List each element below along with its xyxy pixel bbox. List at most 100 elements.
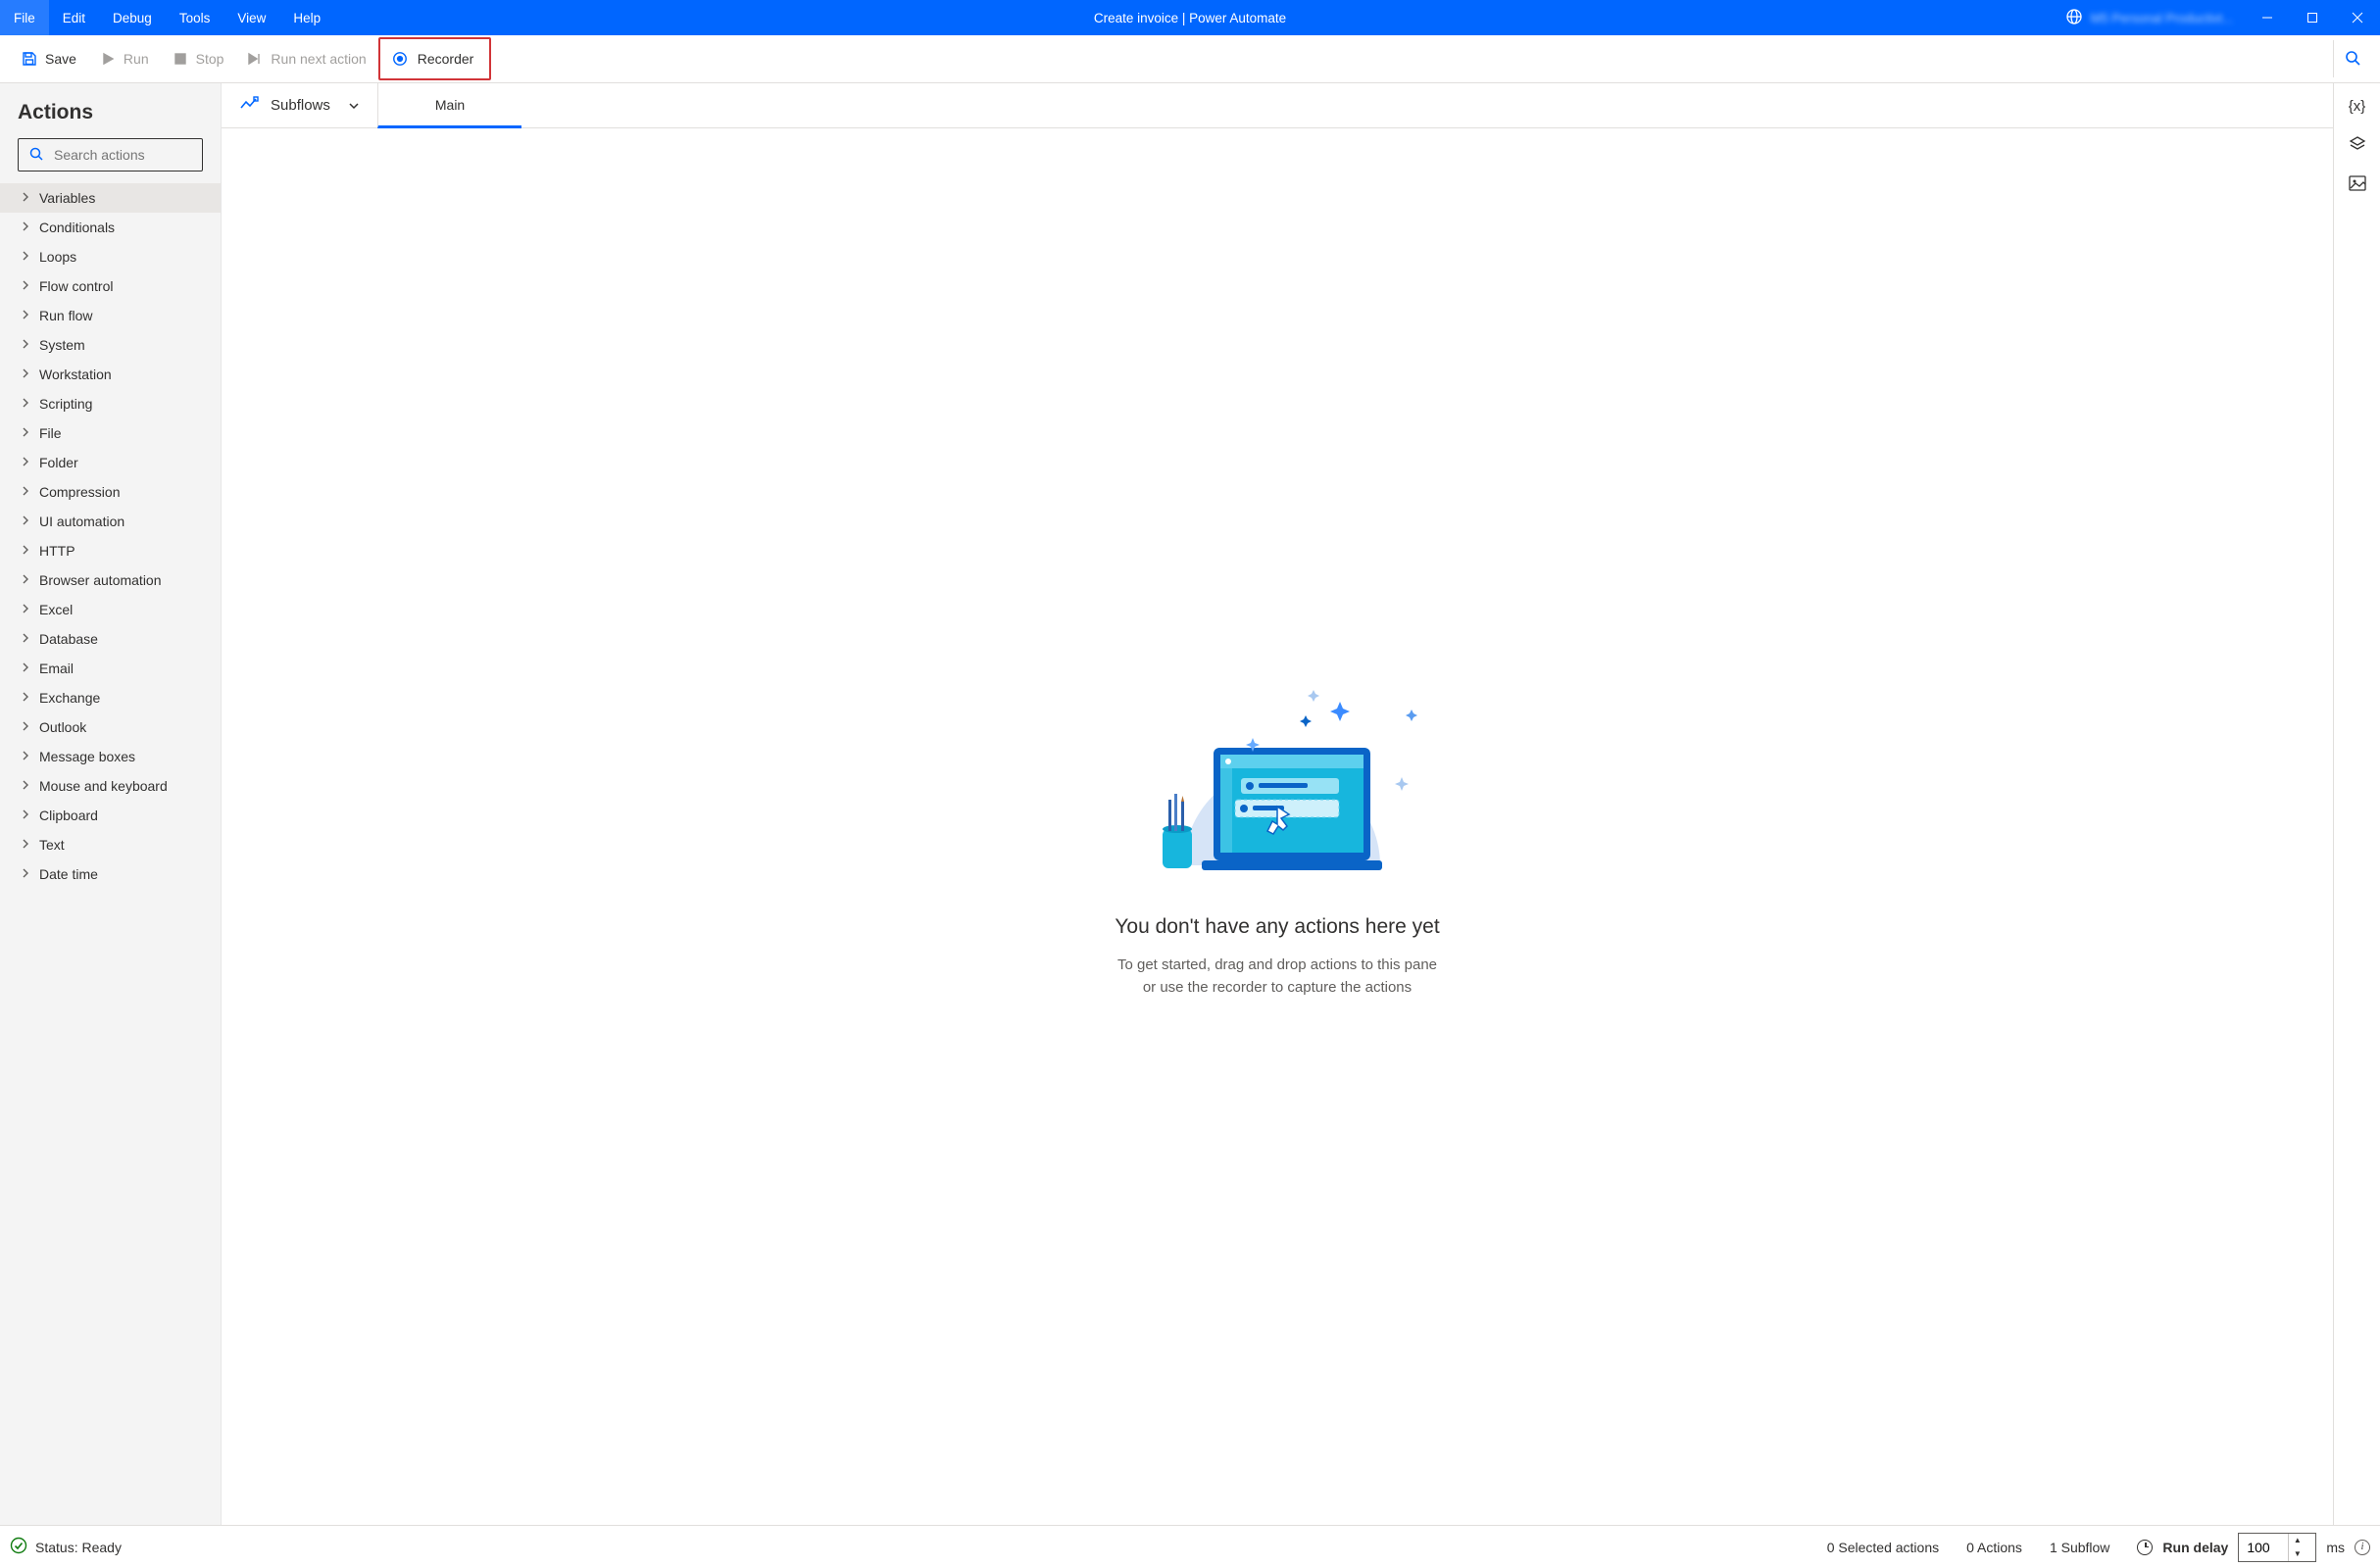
category-ui-automation[interactable]: UI automation — [0, 507, 221, 536]
chevron-right-icon — [22, 545, 29, 558]
maximize-button[interactable] — [2290, 0, 2335, 35]
run-button: Run — [88, 43, 161, 74]
recorder-button[interactable]: Recorder — [378, 37, 492, 80]
play-icon — [100, 51, 116, 67]
category-browser-automation[interactable]: Browser automation — [0, 565, 221, 595]
chevron-right-icon — [22, 751, 29, 763]
category-mouse-and-keyboard[interactable]: Mouse and keyboard — [0, 771, 221, 801]
category-http[interactable]: HTTP — [0, 536, 221, 565]
category-excel[interactable]: Excel — [0, 595, 221, 624]
subflow-bar: Subflows Main — [222, 83, 2333, 128]
category-system[interactable]: System — [0, 330, 221, 360]
sidebar-heading: Actions — [0, 83, 221, 138]
image-icon — [2349, 175, 2366, 194]
chevron-right-icon — [22, 515, 29, 528]
subflows-label: Subflows — [271, 97, 330, 114]
category-label: Mouse and keyboard — [39, 778, 168, 794]
category-workstation[interactable]: Workstation — [0, 360, 221, 389]
account-button[interactable]: M5 Personal Productivt... — [2054, 8, 2245, 28]
category-conditionals[interactable]: Conditionals — [0, 213, 221, 242]
tab-main[interactable]: Main — [377, 83, 521, 128]
chevron-right-icon — [22, 780, 29, 793]
category-exchange[interactable]: Exchange — [0, 683, 221, 712]
category-flow-control[interactable]: Flow control — [0, 271, 221, 301]
run-label: Run — [124, 51, 149, 67]
globe-icon — [2065, 8, 2083, 28]
save-button[interactable]: Save — [10, 43, 88, 74]
menu-file[interactable]: File — [0, 0, 49, 35]
ui-elements-pane-button[interactable] — [2349, 136, 2366, 154]
images-pane-button[interactable] — [2349, 175, 2366, 193]
empty-state: You don't have any actions here yet To g… — [222, 128, 2333, 1525]
category-variables[interactable]: Variables — [0, 183, 221, 213]
chevron-right-icon — [22, 368, 29, 381]
category-label: Date time — [39, 866, 98, 882]
run-delay-input[interactable] — [2239, 1540, 2288, 1555]
search-actions-box[interactable] — [18, 138, 203, 172]
category-label: Browser automation — [39, 572, 162, 588]
close-button[interactable] — [2335, 0, 2380, 35]
actions-sidebar: Actions VariablesConditionalsLoopsFlow c… — [0, 83, 222, 1525]
chevron-right-icon — [22, 398, 29, 411]
subflows-dropdown[interactable]: Subflows — [222, 83, 377, 127]
category-loops[interactable]: Loops — [0, 242, 221, 271]
stop-button: Stop — [161, 43, 236, 74]
category-date-time[interactable]: Date time — [0, 859, 221, 889]
delay-spin-up[interactable]: ▲ — [2289, 1534, 2306, 1547]
category-list[interactable]: VariablesConditionalsLoopsFlow control Ru… — [0, 183, 221, 1525]
category-label: Run flow — [39, 308, 92, 323]
title-bar: File Edit Debug Tools View Help Create i… — [0, 0, 2380, 35]
menu-help[interactable]: Help — [279, 0, 334, 35]
chevron-right-icon — [22, 310, 29, 322]
category-label: Email — [39, 661, 74, 676]
info-icon[interactable]: i — [2355, 1540, 2370, 1555]
empty-illustration — [1116, 655, 1439, 900]
chevron-right-icon — [22, 221, 29, 234]
category-text[interactable]: Text — [0, 830, 221, 859]
run-delay-input-wrap[interactable]: ▲ ▼ — [2238, 1533, 2316, 1562]
chevron-right-icon — [22, 662, 29, 675]
category-database[interactable]: Database — [0, 624, 221, 654]
category-label: Message boxes — [39, 749, 135, 764]
category-label: Excel — [39, 602, 73, 617]
category-message-boxes[interactable]: Message boxes — [0, 742, 221, 771]
run-delay-unit: ms — [2326, 1540, 2345, 1555]
category-scripting[interactable]: Scripting — [0, 389, 221, 418]
braces-icon: {x} — [2349, 98, 2366, 115]
chevron-right-icon — [22, 633, 29, 646]
category-compression[interactable]: Compression — [0, 477, 221, 507]
variables-pane-button[interactable]: {x} — [2349, 97, 2366, 115]
account-label: M5 Personal Productivt... — [2091, 11, 2233, 25]
recorder-label: Recorder — [418, 51, 474, 67]
menu-debug[interactable]: Debug — [99, 0, 166, 35]
category-folder[interactable]: Folder — [0, 448, 221, 477]
category-label: Database — [39, 631, 98, 647]
minimize-button[interactable] — [2245, 0, 2290, 35]
category-label: Compression — [39, 484, 120, 500]
menu-bar: File Edit Debug Tools View Help — [0, 0, 334, 35]
menu-view[interactable]: View — [223, 0, 279, 35]
category-run-flow[interactable]: Run flow — [0, 301, 221, 330]
category-file[interactable]: File — [0, 418, 221, 448]
category-label: Folder — [39, 455, 78, 470]
chevron-right-icon — [22, 457, 29, 469]
chevron-right-icon — [22, 574, 29, 587]
search-actions-input[interactable] — [54, 147, 222, 163]
empty-title: You don't have any actions here yet — [1115, 915, 1439, 939]
chevron-right-icon — [22, 192, 29, 205]
category-email[interactable]: Email — [0, 654, 221, 683]
save-label: Save — [45, 51, 76, 67]
category-label: Text — [39, 837, 65, 853]
delay-spin-down[interactable]: ▼ — [2289, 1547, 2306, 1561]
category-outlook[interactable]: Outlook — [0, 712, 221, 742]
status-ready: Status: Ready — [35, 1540, 122, 1555]
canvas: Subflows Main — [222, 83, 2333, 1525]
category-clipboard[interactable]: Clipboard — [0, 801, 221, 830]
toolbar-search-button[interactable] — [2333, 40, 2370, 77]
chevron-right-icon — [22, 251, 29, 264]
chevron-right-icon — [22, 339, 29, 352]
menu-edit[interactable]: Edit — [49, 0, 99, 35]
subflow-icon — [239, 96, 259, 115]
menu-tools[interactable]: Tools — [166, 0, 224, 35]
stop-icon — [173, 51, 188, 67]
